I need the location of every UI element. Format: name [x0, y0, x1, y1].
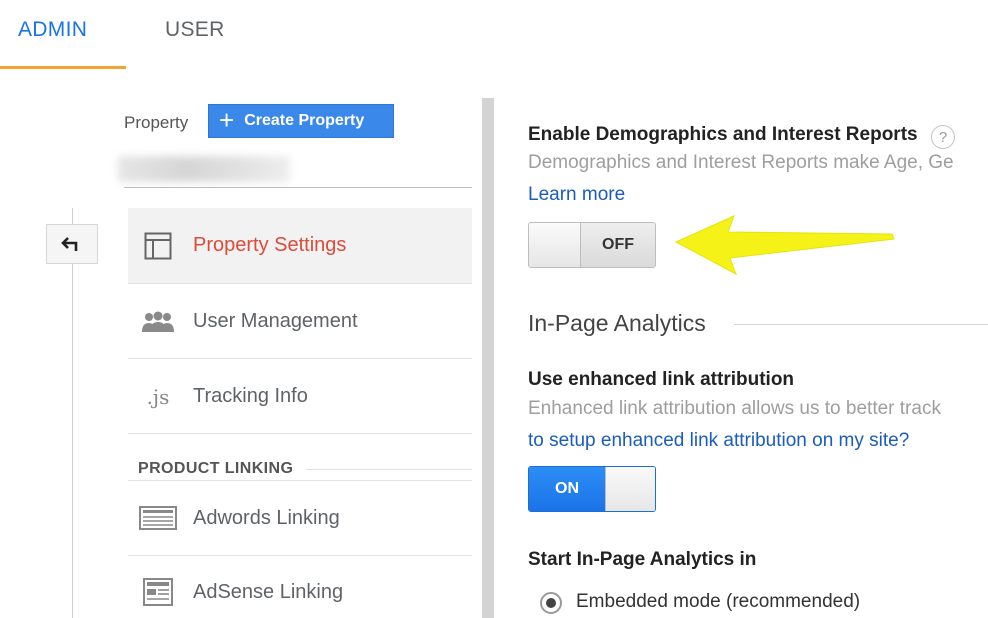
start-in-page-title: Start In-Page Analytics in: [528, 549, 757, 570]
create-property-button[interactable]: + Create Property: [208, 104, 394, 138]
demographics-description: Demographics and Interest Reports make A…: [528, 152, 954, 173]
link-attribution-description: Enhanced link attribution allows us to b…: [528, 398, 941, 419]
plus-icon: +: [219, 105, 235, 135]
back-arrow-icon: [61, 237, 78, 251]
layout-icon: [128, 232, 188, 260]
annotation-arrow-icon: [674, 215, 895, 276]
sidebar-item-label: Adwords Linking: [193, 506, 340, 529]
property-label: Property: [124, 113, 189, 132]
demographics-title: Enable Demographics and Interest Reports: [528, 124, 918, 145]
users-icon: [128, 310, 188, 334]
sidebar-item-adsense-linking[interactable]: AdSense Linking: [128, 557, 472, 618]
js-icon-text: .js: [146, 384, 170, 409]
help-icon[interactable]: ?: [931, 125, 955, 149]
panel-scrollbar[interactable]: [482, 98, 494, 618]
toggle-knob: [529, 223, 581, 267]
sidebar-item-user-management[interactable]: User Management: [128, 285, 472, 359]
column-guide-line: [72, 208, 73, 618]
link-attribution-help-link[interactable]: to setup enhanced link attribution on my…: [528, 430, 909, 452]
product-linking-header: PRODUCT LINKING: [138, 460, 294, 477]
toggle-state-label: OFF: [581, 223, 655, 267]
sidebar-item-tracking-info[interactable]: .js Tracking Info: [128, 360, 472, 434]
embedded-mode-label: Embedded mode (recommended): [576, 591, 861, 612]
embedded-mode-radio[interactable]: [540, 592, 562, 614]
learn-more-link[interactable]: Learn more: [528, 184, 625, 206]
in-page-analytics-title: In-Page Analytics: [528, 310, 706, 336]
back-button[interactable]: [46, 224, 98, 264]
product-linking-divider: [306, 469, 472, 470]
sidebar-item-label: AdSense Linking: [193, 580, 344, 603]
sidebar-item-property-settings[interactable]: Property Settings: [128, 208, 472, 284]
radio-selected-dot: [546, 598, 556, 608]
link-attribution-title: Use enhanced link attribution: [528, 369, 795, 390]
sidebar-item-label: Property Settings: [193, 234, 347, 256]
sidebar-item-adwords-linking[interactable]: Adwords Linking: [128, 480, 472, 556]
adsense-icon: [128, 578, 188, 606]
sidebar-item-label: User Management: [193, 310, 358, 332]
in-page-analytics-divider: [734, 324, 988, 325]
sidebar-item-label: Tracking Info: [193, 385, 308, 407]
top-tabs: ADMIN USER: [0, 0, 988, 70]
demographics-toggle[interactable]: OFF: [528, 222, 656, 268]
property-selector-redacted[interactable]: [118, 156, 290, 182]
property-divider: [124, 187, 472, 188]
link-attribution-toggle[interactable]: ON: [528, 466, 656, 512]
tab-user[interactable]: USER: [165, 18, 225, 42]
toggle-state-label: ON: [529, 467, 605, 511]
tab-admin[interactable]: ADMIN: [18, 18, 87, 42]
toggle-knob: [605, 467, 655, 511]
active-tab-indicator: [0, 66, 126, 69]
js-icon: .js: [128, 385, 188, 409]
create-property-label: Create Property: [244, 112, 365, 129]
adwords-icon: [128, 506, 188, 530]
